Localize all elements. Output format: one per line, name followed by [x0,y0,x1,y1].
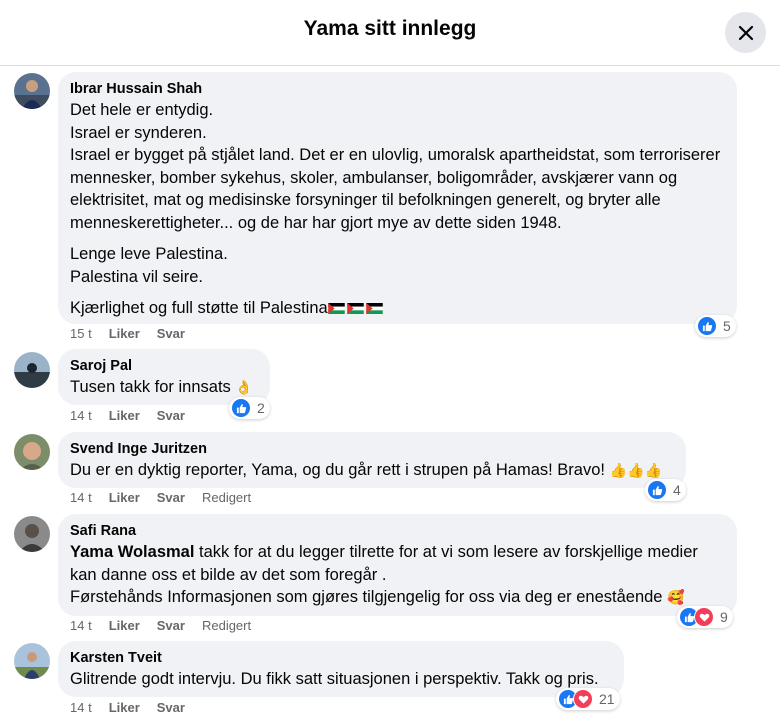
comment-text-line: Det hele er entydig. Israel er synderen.… [70,101,721,232]
comment-time[interactable]: 14 t [70,618,92,634]
comment-time[interactable]: 15 t [70,326,92,342]
avatar[interactable] [14,643,50,679]
comment-author[interactable]: Safi Rana [70,522,725,540]
love-icon [573,689,593,709]
avatar[interactable] [14,516,50,552]
avatar[interactable] [14,352,50,388]
comment-text: Du er en dyktig reporter, Yama, og du gå… [70,461,662,479]
avatar[interactable] [14,434,50,470]
comment-author[interactable]: Svend Inge Juritzen [70,440,674,458]
reaction-count: 4 [673,482,681,498]
comment-author[interactable]: Saroj Pal [70,357,258,375]
comment-time[interactable]: 14 t [70,700,92,716]
palestine-flag-icon [365,303,383,314]
comment-actions: 14 t Liker Svar [70,408,202,424]
like-button[interactable]: Liker [109,618,140,634]
like-icon [647,480,667,500]
reaction-summary[interactable]: 9 [677,606,733,628]
comment-text-line: Lenge leve Palestina. Palestina vil seir… [70,245,228,286]
reaction-summary[interactable]: 5 [695,315,736,337]
close-button[interactable] [725,12,766,53]
comment-text: Tusen takk for innsats 👌 [70,378,253,396]
reply-button[interactable]: Svar [157,490,185,506]
edited-label[interactable]: Redigert [202,490,251,506]
reaction-summary[interactable]: 21 [556,688,620,710]
comment-bubble: Karsten Tveit Glitrende godt intervju. D… [58,641,624,697]
like-icon [231,398,251,418]
like-button[interactable]: Liker [109,700,140,716]
comment-text: Glitrende godt intervju. Du fikk satt si… [70,670,599,688]
comment-actions: 14 t Liker Svar [70,700,202,716]
reaction-summary[interactable]: 2 [229,397,270,419]
comment-time[interactable]: 14 t [70,408,92,424]
comment-actions: 14 t Liker Svar Redigert [70,490,268,506]
reply-button[interactable]: Svar [157,408,185,424]
like-button[interactable]: Liker [109,408,140,424]
like-icon [697,316,717,336]
comment-bubble: Svend Inge Juritzen Du er en dyktig repo… [58,432,686,488]
reaction-count: 21 [599,691,615,707]
reaction-count: 5 [723,318,731,334]
close-icon [738,25,753,40]
comment-author[interactable]: Ibrar Hussain Shah [70,80,725,98]
dialog-title: Yama sitt innlegg [303,17,477,40]
like-button[interactable]: Liker [109,326,140,342]
reaction-summary[interactable]: 4 [645,479,686,501]
reply-button[interactable]: Svar [157,326,185,342]
reply-button[interactable]: Svar [157,618,185,634]
reaction-count: 2 [257,400,265,416]
comment-text: Yama Wolasmal takk for at du legger tilr… [70,543,698,606]
love-icon [694,607,714,627]
ok-hand-emoji: 👌 [235,380,253,396]
smiling-hearts-emoji: 🥰 [667,590,685,606]
comment-bubble: Ibrar Hussain Shah Det hele er entydig. … [58,72,737,324]
palestine-flag-icon [327,303,345,314]
palestine-flag-icon [346,303,364,314]
thumbs-up-emoji: 👍👍👍 [609,463,662,479]
avatar[interactable] [14,73,50,109]
comment-actions: 14 t Liker Svar Redigert [70,618,268,634]
dialog-header: Yama sitt innlegg [0,0,780,66]
comment-time[interactable]: 14 t [70,490,92,506]
reaction-count: 9 [720,609,728,625]
mention-link[interactable]: Yama Wolasmal [70,543,194,561]
like-button[interactable]: Liker [109,490,140,506]
comment-bubble: Safi Rana Yama Wolasmal takk for at du l… [58,514,737,616]
reply-button[interactable]: Svar [157,700,185,716]
comment-actions: 15 t Liker Svar [70,326,202,342]
edited-label[interactable]: Redigert [202,618,251,634]
comment-text-line: Kjærlighet og full støtte til Palestina [70,297,725,320]
comment-author[interactable]: Karsten Tveit [70,649,612,667]
